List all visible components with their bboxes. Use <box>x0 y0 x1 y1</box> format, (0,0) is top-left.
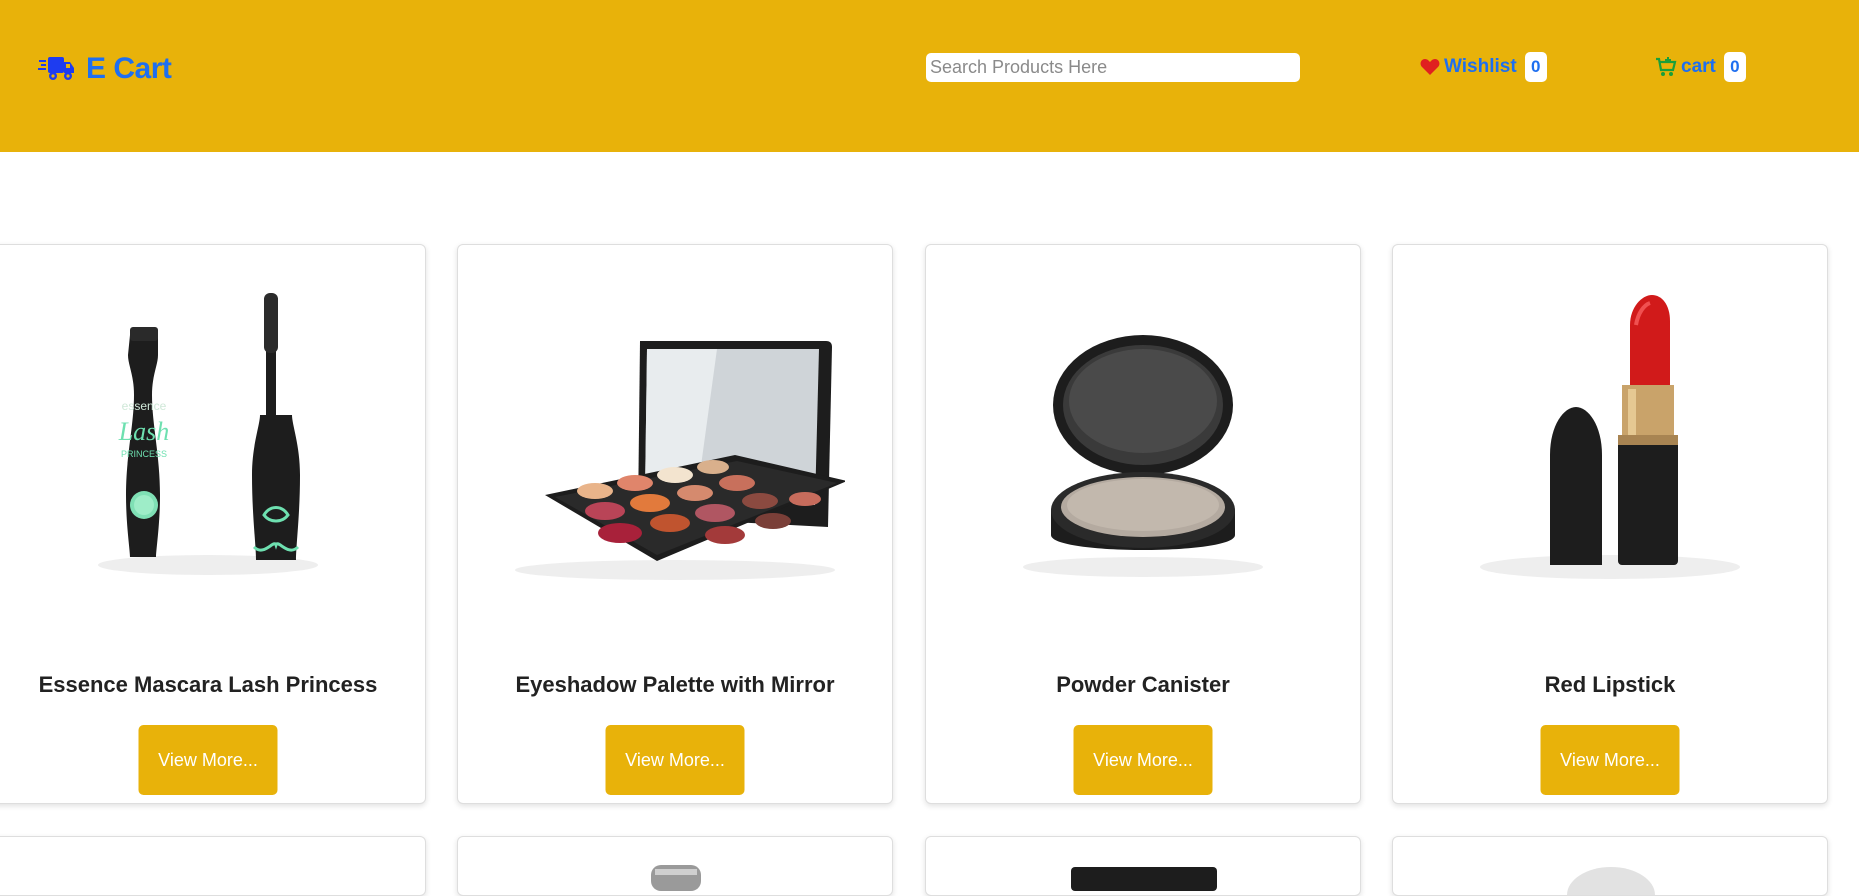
product-image <box>1071 867 1217 891</box>
product-title: Powder Canister <box>1056 672 1230 697</box>
brand-name: E Cart <box>86 52 172 85</box>
svg-text:PRINCESS: PRINCESS <box>121 449 167 459</box>
brand-logo[interactable]: E Cart <box>38 52 172 86</box>
powder-compact-image <box>1023 335 1263 577</box>
view-more-button[interactable]: View More... <box>1073 725 1213 795</box>
site-header: E Cart Wishlist 0 cart 0 <box>0 0 1859 152</box>
svg-text:essence: essence <box>122 399 167 413</box>
product-card <box>0 836 426 896</box>
search-input[interactable] <box>926 53 1300 82</box>
product-title: Essence Mascara Lash Princess <box>38 672 378 697</box>
product-image <box>1567 867 1655 895</box>
mascara-image: essence Lash PRINCESS <box>98 293 318 575</box>
cart-icon <box>1656 57 1677 76</box>
wishlist-count-badge: 0 <box>1524 52 1547 82</box>
product-image <box>651 865 701 891</box>
product-card: Red Lipstick View More... <box>1392 244 1828 804</box>
view-more-button[interactable]: View More... <box>605 725 745 795</box>
svg-text:Lash: Lash <box>118 417 170 446</box>
product-card <box>457 836 893 896</box>
eyeshadow-palette-image <box>515 341 845 580</box>
cart-link[interactable]: cart 0 <box>1655 52 1746 82</box>
cart-label: cart <box>1681 56 1716 77</box>
wishlist-link[interactable]: Wishlist 0 <box>1420 52 1547 82</box>
product-card: essence Lash PRINCESS Essence Mascara La… <box>0 244 426 804</box>
truck-icon <box>38 57 74 80</box>
view-more-button[interactable]: View More... <box>138 725 278 795</box>
lipstick-image <box>1480 295 1740 579</box>
product-card <box>925 836 1361 896</box>
wishlist-label: Wishlist <box>1444 56 1517 77</box>
product-card <box>1392 836 1828 896</box>
cart-count-badge: 0 <box>1723 52 1746 82</box>
view-more-button[interactable]: View More... <box>1540 725 1680 795</box>
heart-icon <box>1420 59 1440 75</box>
product-title: Red Lipstick <box>1544 672 1676 697</box>
product-card: Powder Canister View More... <box>925 244 1361 804</box>
product-title: Eyeshadow Palette with Mirror <box>515 672 835 697</box>
product-card: Eyeshadow Palette with Mirror View More.… <box>457 244 893 804</box>
